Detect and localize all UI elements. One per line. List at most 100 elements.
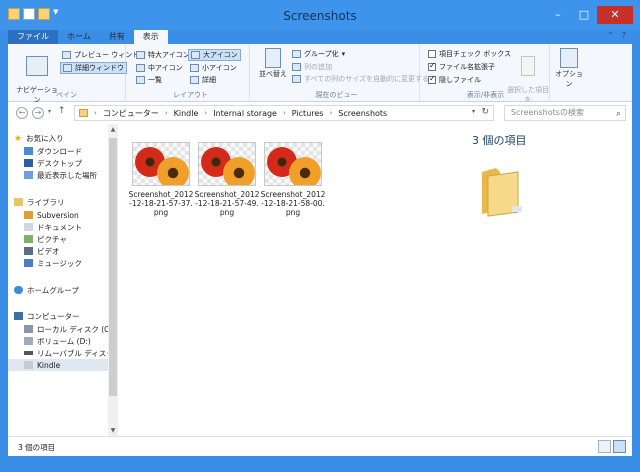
layout-group: 特大アイコン 大アイコン 中アイコン 小アイコン 一覧 詳細 レイアウト [132,44,250,102]
view-switcher [598,440,626,453]
flower-image [223,157,255,185]
nav-music-label: ミュージック [37,258,82,268]
address-dropdown-icon[interactable]: ▾ [472,108,475,115]
nav-desktop[interactable]: デスクトップ [24,157,82,169]
back-button[interactable]: ← [16,107,28,119]
fit-columns-icon [292,75,301,83]
layout-details[interactable]: 詳細 [190,75,216,85]
layout-small-label: 小アイコン [202,64,237,72]
file-item[interactable]: Screenshot_2012-12-18-21-57-49.png [194,142,260,217]
nav-videos[interactable]: ビデオ [24,245,60,257]
folder-icon [482,168,522,217]
large-icons-view-icon[interactable] [613,440,626,453]
layout-list-label: 一覧 [148,76,162,84]
nav-subversion[interactable]: Subversion [24,209,79,221]
nav-local-disk[interactable]: ローカル ディスク (C:) [24,323,108,335]
file-name: Screenshot_2012-12-18-21-58-00.png [260,190,326,217]
layout-small[interactable]: 小アイコン [190,63,237,73]
details-pane-icon [63,64,72,72]
scroll-down-icon[interactable]: ▼ [108,427,118,434]
nav-documents[interactable]: ドキュメント [24,221,82,233]
nav-music[interactable]: ミュージック [24,257,82,269]
details-pane-label: 詳細ウィンドウ [75,64,124,72]
file-name: Screenshot_2012-12-18-21-57-37.png [128,190,194,217]
options-label: オプション [555,70,583,88]
add-column-label: 列の追加 [304,63,332,71]
nav-downloads-label: ダウンロード [37,146,82,156]
explorer-window: ▼ Screenshots – □ ✕ ファイル ホーム 共有 表示 ⌃ ? ナ… [0,0,640,472]
search-placeholder: Screenshotsの検索 [511,108,584,117]
scroll-up-icon[interactable]: ▲ [108,126,118,133]
pane-group: ナビゲーション ウィンドウ プレビュー ウィンドウ 詳細ウィンドウ ペイン [8,44,146,114]
tab-file[interactable]: ファイル [8,30,58,44]
chevron-right-icon: › [329,109,333,117]
nav-volume-d[interactable]: ボリューム (D:) [24,335,91,347]
nav-favorites[interactable]: ★ お気に入り [14,132,64,145]
pictures-icon [24,235,33,243]
layout-group-label: レイアウト [173,91,208,99]
breadcrumb-screenshots[interactable]: Screenshots [338,109,387,118]
layout-extra-large[interactable]: 特大アイコン [136,50,190,60]
hidden-files-checkbox[interactable] [428,74,436,84]
address-bar[interactable]: › コンピューター › Kindle › Internal storage › … [74,105,494,121]
file-item[interactable]: Screenshot_2012-12-18-21-58-00.png [260,142,326,217]
nav-libraries[interactable]: ライブラリ [14,196,65,208]
breadcrumb-computer[interactable]: コンピューター [103,108,159,119]
recent-locations-icon[interactable]: ▾ [48,108,51,115]
item-checkboxes-checkbox[interactable] [428,50,436,58]
nav-favorites-label: お気に入り [26,133,64,143]
nav-computer-label: コンピューター [27,311,80,321]
up-arrow-icon[interactable]: ↑ [58,106,66,116]
layout-medium[interactable]: 中アイコン [136,63,183,73]
file-item[interactable]: Screenshot_2012-12-18-21-57-37.png [128,142,194,217]
search-input[interactable]: Screenshotsの検索 ⌕ [504,105,626,121]
navigation-scrollbar[interactable]: ▲ ▼ [108,124,118,436]
nav-kindle[interactable]: Kindle [8,359,108,371]
flower-image [289,157,321,185]
file-ext-toggle[interactable]: ファイル名拡張子 [428,61,495,72]
minimize-ribbon-icon[interactable]: ⌃ [607,31,614,40]
nav-pictures[interactable]: ピクチャ [24,233,67,245]
nav-recent[interactable]: 最近表示した場所 [24,169,97,181]
tab-share[interactable]: 共有 [100,30,134,44]
file-ext-checkbox[interactable] [428,61,436,71]
nav-homegroup[interactable]: ホームグループ [14,284,79,296]
current-view-group: 並べ替え グループ化 ▾ 列の追加 すべての列のサイズを自動的に変更する 現在の… [254,44,429,102]
tab-home[interactable]: ホーム [58,30,100,44]
layout-list[interactable]: 一覧 [136,75,162,85]
nav-volume-d-label: ボリューム (D:) [37,336,91,346]
minimize-button[interactable]: – [545,6,571,24]
group-by-button[interactable]: グループ化 ▾ [292,49,345,59]
nav-removable[interactable]: リムーバブル ディスク ( [24,347,108,359]
layout-large[interactable]: 大アイコン [188,49,241,61]
ribbon-right-controls: ⌃ ? [607,31,626,40]
nav-computer[interactable]: コンピューター [14,310,80,322]
item-checkboxes-toggle[interactable]: 項目チェック ボックス [428,49,511,59]
music-icon [24,259,33,267]
breadcrumb-internal-storage[interactable]: Internal storage [213,109,277,118]
close-button[interactable]: ✕ [597,6,633,24]
details-view-icon[interactable] [598,440,611,453]
nav-kindle-label: Kindle [37,360,61,370]
breadcrumb-kindle[interactable]: Kindle [174,109,199,118]
chevron-right-icon: › [204,109,208,117]
forward-button[interactable]: → [32,107,44,119]
help-icon[interactable]: ? [622,31,626,40]
sort-button[interactable]: 並べ替え [258,48,288,79]
recent-places-icon [24,171,33,179]
file-ext-label: ファイル名拡張子 [439,63,495,71]
group-by-icon [292,50,301,58]
fit-columns-button[interactable]: すべての列のサイズを自動的に変更する [292,74,429,84]
add-column-button[interactable]: 列の追加 [292,62,332,72]
maximize-button[interactable]: □ [571,6,597,24]
group-by-label: グループ化 [304,50,339,58]
hidden-files-toggle[interactable]: 隠しファイル [428,74,481,85]
options-button[interactable]: オプション [552,48,586,89]
breadcrumb-pictures[interactable]: Pictures [292,109,324,118]
scrollbar-thumb[interactable] [109,138,117,396]
layout-extra-large-label: 特大アイコン [148,51,190,59]
tab-view[interactable]: 表示 [133,30,168,44]
nav-downloads[interactable]: ダウンロード [24,145,82,157]
refresh-icon[interactable]: ↻ [481,107,489,117]
details-pane-button[interactable]: 詳細ウィンドウ [60,62,127,74]
